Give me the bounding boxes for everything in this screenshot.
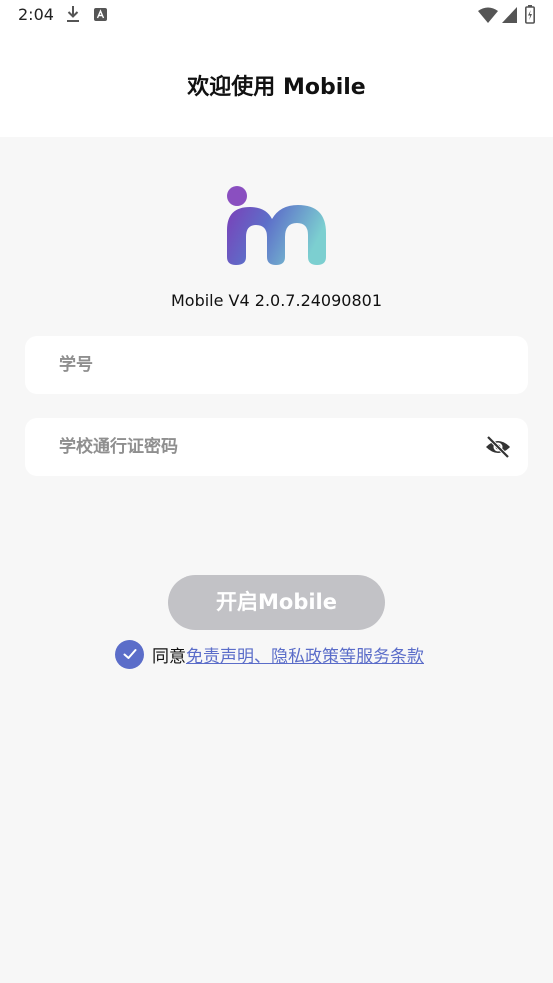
student-id-card <box>25 336 528 394</box>
student-id-input[interactable] <box>59 336 479 394</box>
agreement-prefix: 同意 <box>152 646 186 667</box>
start-mobile-button[interactable]: 开启Mobile <box>168 575 385 630</box>
signal-icon <box>502 7 517 23</box>
password-input[interactable] <box>59 418 479 476</box>
eye-off-icon[interactable] <box>484 434 512 460</box>
keyboard-icon <box>94 8 107 21</box>
password-card <box>25 418 528 476</box>
status-time: 2:04 <box>18 5 54 24</box>
status-bar: 2:04 <box>0 0 553 30</box>
download-icon <box>67 6 79 22</box>
app-logo <box>227 186 326 265</box>
check-icon <box>123 649 136 659</box>
app-version: Mobile V4 2.0.7.24090801 <box>170 291 382 310</box>
wifi-icon <box>478 7 498 23</box>
agreement-row: 同意 免责声明、隐私政策等服务条款 <box>115 639 424 669</box>
agreement-checkbox[interactable] <box>115 639 144 669</box>
app-header: 欢迎使用 Mobile <box>0 30 553 137</box>
battery-icon <box>525 5 535 24</box>
terms-link[interactable]: 免责声明、隐私政策等服务条款 <box>186 642 424 667</box>
page-title: 欢迎使用 Mobile <box>187 75 366 100</box>
